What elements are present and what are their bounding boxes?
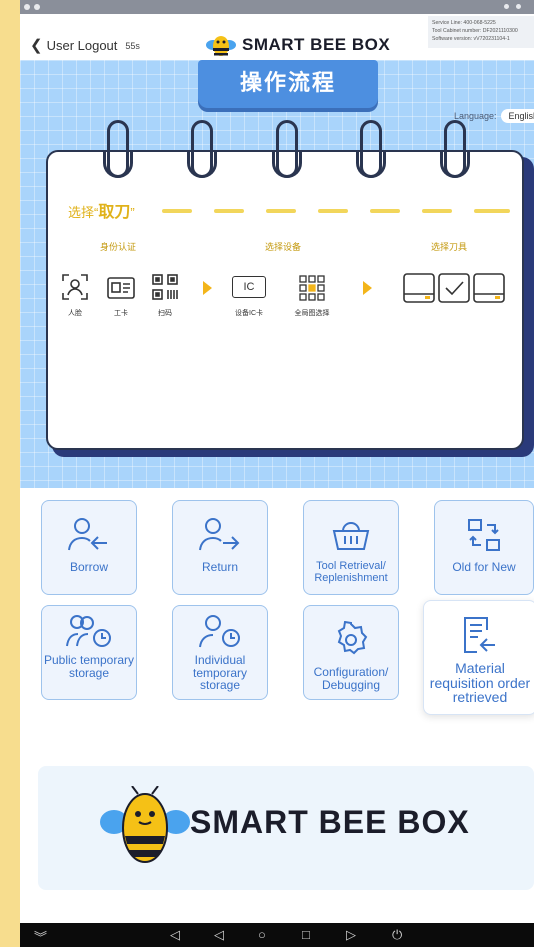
old-for-new-button[interactable]: Old for New	[434, 500, 534, 595]
ic-card-icon: IC	[232, 276, 266, 298]
work-card-icon	[106, 274, 136, 302]
status-icon	[24, 4, 30, 10]
qr-label: 扫码	[158, 310, 172, 317]
individual-storage-label: Individual temporary storage	[192, 653, 248, 693]
swap-icon	[466, 515, 502, 555]
volume-up-icon[interactable]: ▷	[346, 927, 356, 943]
gear-icon	[332, 620, 370, 660]
progress-dash	[266, 209, 296, 213]
process-title-text: 操作流程	[239, 70, 336, 95]
status-bar	[20, 0, 534, 14]
ic-card-text: IC	[243, 281, 255, 293]
arrow-right-icon	[363, 281, 372, 295]
logout-label: User Logout	[46, 38, 118, 53]
back-icon[interactable]: ◁	[214, 927, 224, 943]
category-identity: 身份认证	[100, 242, 137, 252]
status-icon	[34, 4, 40, 10]
tool-slot-icon	[472, 272, 506, 304]
brand-name: SMART BEE BOX	[242, 35, 391, 54]
banner-brand-name: SMART BEE BOX	[190, 804, 470, 840]
tool-slot-icon	[402, 272, 436, 304]
power-icon[interactable]: ⏻	[392, 927, 402, 943]
public-storage-button[interactable]: Public temporary storage	[41, 605, 137, 700]
return-button[interactable]: Return	[172, 500, 268, 595]
user-arrow-in-icon	[67, 515, 111, 555]
language-label: Language:	[454, 111, 497, 121]
users-clock-icon	[65, 612, 113, 652]
qr-code-icon	[150, 272, 180, 302]
material-requisition-label: Material requisition order retrieved	[429, 660, 531, 706]
progress-dash	[370, 209, 400, 213]
tool-checked-icon	[437, 272, 471, 304]
user-arrow-out-icon	[198, 515, 242, 555]
battery-icon	[516, 4, 521, 9]
configuration-button[interactable]: Configuration/ Debugging	[303, 605, 399, 700]
tool-retrieval-button[interactable]: Tool Retrieval/ Replenishment	[303, 500, 399, 595]
step-prefix: 选择“	[68, 205, 99, 220]
language-selector[interactable]: Language: English	[454, 109, 534, 123]
category-tool: 选择刀具	[431, 242, 468, 252]
collapse-icon[interactable]: ︾	[34, 927, 47, 946]
recents-icon[interactable]: □	[302, 927, 310, 942]
ring-icon	[444, 120, 466, 178]
service-info: Service Line: 400-068-5225 Tool Cabinet …	[428, 16, 534, 48]
grid-select-icon	[298, 274, 326, 302]
software-version: Software version: vV720231104-1	[432, 36, 510, 43]
arrow-right-icon	[203, 281, 212, 295]
progress-dash	[214, 209, 244, 213]
ring-icon	[360, 120, 382, 178]
material-requisition-button[interactable]: Material requisition order retrieved	[423, 600, 534, 715]
logout-button[interactable]: ❮ User Logout 55s	[30, 38, 140, 53]
ring-icon	[191, 120, 213, 178]
process-title: 操作流程	[198, 60, 378, 108]
work-card-label: 工卡	[114, 310, 128, 317]
step-suffix: ”	[130, 205, 135, 220]
bee-icon	[206, 36, 236, 56]
app-frame: ❮ User Logout 55s SMART BEE BOX Service …	[20, 0, 534, 947]
volume-down-icon[interactable]: ◁	[170, 927, 180, 943]
cabinet-number: Tool Cabinet number: DF2021110300	[432, 28, 518, 35]
return-label: Return	[201, 560, 239, 574]
step-title: 选择“取刀”	[68, 198, 135, 222]
bee-mascot-icon	[100, 786, 190, 863]
service-line: Service Line: 400-068-5225	[432, 20, 496, 26]
system-nav-bar: ︾ ◁ ◁ ○ □ ▷ ⏻	[20, 923, 534, 947]
device-ic-label: 设备IC卡	[235, 310, 263, 317]
borrow-label: Borrow	[69, 560, 108, 574]
progress-dash	[162, 209, 192, 213]
face-scan-icon	[60, 272, 90, 302]
step-highlight: 取刀	[98, 204, 131, 221]
chevron-left-icon: ❮	[30, 37, 43, 54]
tool-retrieval-label: Tool Retrieval/ Replenishment	[314, 560, 388, 584]
ring-icon	[107, 120, 129, 178]
progress-dash	[318, 209, 348, 213]
face-label: 人脸	[68, 310, 82, 317]
global-grid-label: 全局图选择	[294, 310, 330, 317]
ring-icon	[276, 120, 298, 178]
configuration-label: Configuration/ Debugging	[313, 665, 389, 692]
brand-logo: SMART BEE BOX	[206, 32, 390, 58]
user-clock-icon	[198, 612, 242, 652]
public-storage-label: Public temporary storage	[43, 653, 135, 680]
language-value[interactable]: English	[500, 109, 534, 123]
progress-dash	[474, 209, 510, 213]
logout-timer: 55s	[125, 40, 140, 51]
individual-storage-button[interactable]: Individual temporary storage	[172, 605, 268, 700]
wifi-icon	[504, 4, 509, 9]
category-device: 选择设备	[265, 242, 302, 252]
basket-icon	[331, 515, 371, 555]
old-for-new-label: Old for New	[452, 560, 516, 574]
header: ❮ User Logout 55s SMART BEE BOX Service …	[20, 14, 534, 64]
brand-banner: SMART BEE BOX	[38, 766, 534, 890]
progress-dash	[422, 209, 452, 213]
home-icon[interactable]: ○	[258, 927, 266, 942]
borrow-button[interactable]: Borrow	[41, 500, 137, 595]
document-return-icon	[461, 615, 499, 655]
